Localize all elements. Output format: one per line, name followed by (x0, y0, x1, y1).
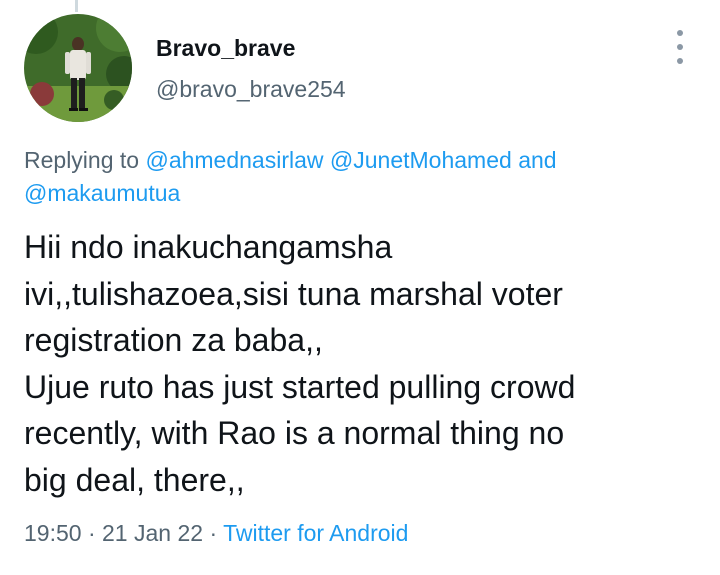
avatar[interactable] (24, 14, 132, 122)
mention-and[interactable]: and (518, 147, 556, 173)
tweet-text-line: big deal, there,, (24, 461, 245, 498)
replying-to-line: Replying to @ahmednasirlaw @JunetMohamed… (24, 144, 684, 210)
tweet-text-line: Ujue ruto has just started pulling crowd (24, 368, 576, 405)
tweet-time[interactable]: 19:50 (24, 520, 82, 546)
tweet-text-line: ivi,,tulishazoea,sisi tuna marshal voter (24, 275, 563, 312)
author-display-name[interactable]: Bravo_brave (156, 35, 295, 62)
more-dot (677, 44, 683, 50)
meta-separator: · (87, 520, 96, 546)
more-dot (677, 30, 683, 36)
tweet-text-line: recently, with Rao is a normal thing no (24, 415, 565, 451)
mention-link[interactable]: @JunetMohamed (330, 147, 512, 173)
avatar-photo (24, 14, 132, 122)
thread-connector-line (75, 0, 78, 12)
tweet-date[interactable]: 21 Jan 22 (102, 520, 203, 546)
tweet-text-line: registration za baba,, (24, 322, 323, 358)
mention-link[interactable]: @makaumutua (24, 180, 180, 206)
more-vertical-icon[interactable] (668, 30, 692, 64)
tweet-meta: 19:50 · 21 Jan 22 · Twitter for Android (24, 520, 408, 547)
replying-prefix: Replying to (24, 147, 140, 173)
author-handle[interactable]: @bravo_brave254 (156, 76, 346, 103)
tweet: Bravo_brave @bravo_brave254 Replying to … (0, 0, 720, 575)
tweet-text-line: Hii ndo inakuchangamsha (24, 229, 393, 265)
tweet-source-link[interactable]: Twitter for Android (223, 520, 408, 546)
more-dot (677, 58, 683, 64)
mention-link[interactable]: @ahmednasirlaw (145, 147, 323, 173)
meta-separator: · (209, 520, 218, 546)
tweet-text: Hii ndo inakuchangamsha ivi,,tulishazoea… (24, 224, 704, 503)
